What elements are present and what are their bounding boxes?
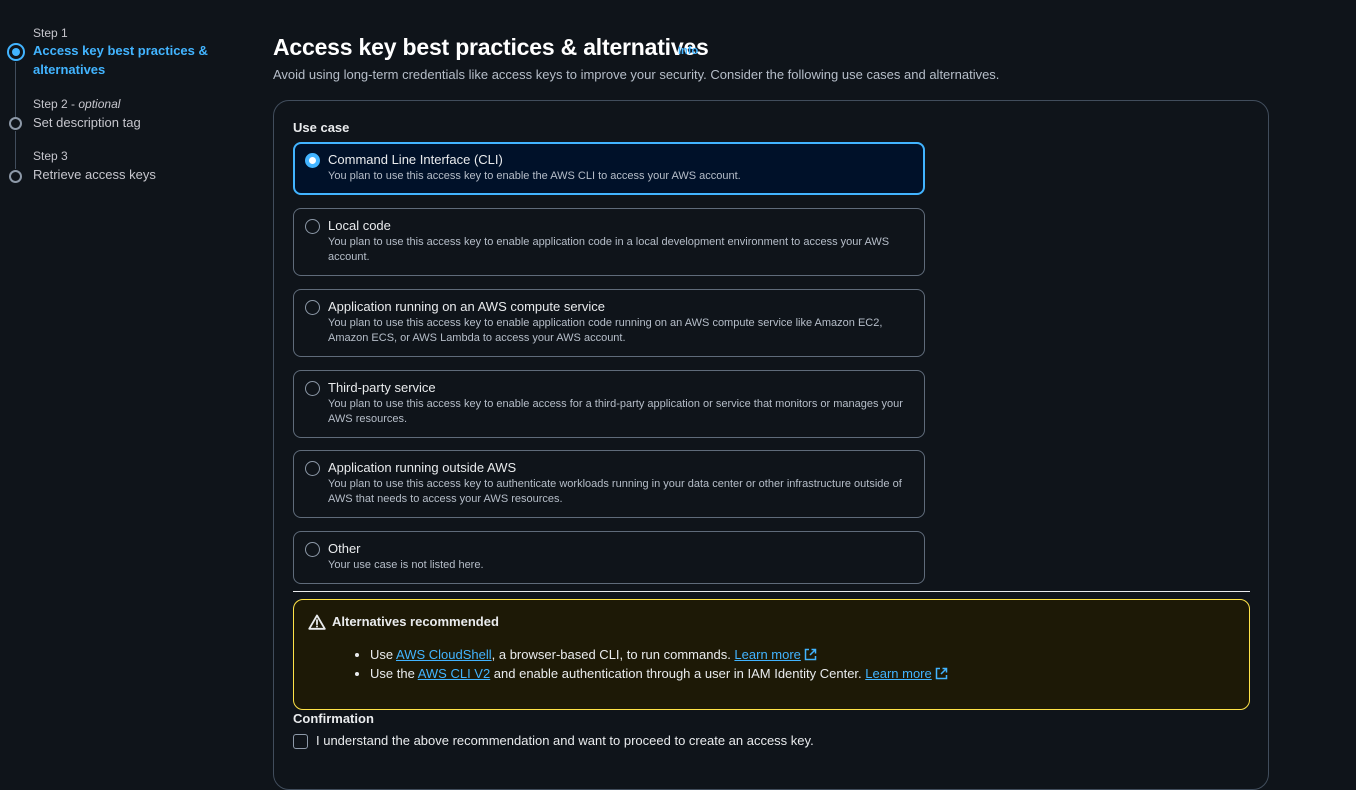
learn-more-link[interactable]: Learn more bbox=[865, 666, 947, 681]
learn-more-label[interactable]: Learn more bbox=[734, 647, 800, 662]
use-case-option-other[interactable]: Other Your use case is not listed here. bbox=[293, 531, 925, 584]
option-title: Application running on an AWS compute se… bbox=[328, 299, 606, 314]
option-title: Other bbox=[328, 541, 361, 556]
alert-item-text: , a browser-based CLI, to run commands. bbox=[491, 647, 735, 662]
alert-list: Use AWS CloudShell, a browser-based CLI,… bbox=[336, 645, 948, 683]
confirmation-checkbox[interactable] bbox=[293, 734, 308, 749]
warning-icon bbox=[308, 614, 326, 630]
step-number: Step 2 - optional bbox=[33, 97, 121, 111]
external-link-icon bbox=[804, 648, 817, 661]
option-title: Local code bbox=[328, 218, 391, 233]
learn-more-link[interactable]: Learn more bbox=[734, 647, 817, 662]
option-description: You plan to use this access key to enabl… bbox=[328, 317, 883, 344]
confirmation-label: Confirmation bbox=[293, 711, 374, 726]
page-description: Avoid using long-term credentials like a… bbox=[273, 67, 1000, 82]
radio-button[interactable] bbox=[305, 461, 320, 476]
aws-cli-v2-link[interactable]: AWS CLI V2 bbox=[418, 666, 490, 681]
option-title: Third-party service bbox=[328, 380, 436, 395]
alert-title: Alternatives recommended bbox=[332, 614, 499, 629]
alert-item-text: Use the bbox=[370, 666, 418, 681]
step-title-line1[interactable]: Access key best practices & bbox=[33, 41, 208, 60]
radio-button[interactable] bbox=[305, 381, 320, 396]
step-active-indicator-icon bbox=[7, 43, 25, 61]
step-title: Set description tag bbox=[33, 115, 141, 130]
use-case-option-local-code[interactable]: Local code You plan to use this access k… bbox=[293, 208, 925, 276]
step-connector bbox=[15, 62, 16, 118]
alert-item-text: Use bbox=[370, 647, 397, 662]
divider bbox=[293, 591, 1250, 592]
option-description: You plan to use this access key to enabl… bbox=[328, 236, 890, 263]
step-number: Step 1 bbox=[33, 26, 68, 40]
confirmation-checkbox-label[interactable]: I understand the above recommendation an… bbox=[316, 733, 814, 748]
radio-button[interactable] bbox=[305, 542, 320, 557]
aws-cloudshell-link[interactable]: AWS CloudShell bbox=[396, 647, 492, 662]
external-link-icon bbox=[935, 667, 947, 680]
radio-button-selected[interactable] bbox=[305, 153, 320, 168]
option-description: You plan to use this access key to enabl… bbox=[328, 170, 741, 182]
option-description: Your use case is not listed here. bbox=[328, 559, 484, 571]
use-case-label: Use case bbox=[293, 120, 350, 135]
step-title-line2[interactable]: alternatives bbox=[33, 60, 105, 79]
alert-item-text: and enable authentication through a user… bbox=[490, 666, 866, 681]
option-description: You plan to use this access key to enabl… bbox=[328, 398, 903, 425]
radio-button[interactable] bbox=[305, 300, 320, 315]
step-indicator-icon bbox=[9, 170, 22, 183]
alert-item: Use the AWS CLI V2 and enable authentica… bbox=[370, 664, 948, 683]
option-description: You plan to use this access key to authe… bbox=[328, 478, 902, 505]
use-case-option-third-party[interactable]: Third-party service You plan to use this… bbox=[293, 370, 925, 438]
step-title: Retrieve access keys bbox=[33, 167, 156, 182]
alternatives-alert: Alternatives recommended Use AWS CloudSh… bbox=[293, 599, 1250, 710]
alert-item: Use AWS CloudShell, a browser-based CLI,… bbox=[370, 645, 948, 664]
option-title: Command Line Interface (CLI) bbox=[328, 152, 503, 167]
step-number: Step 3 bbox=[33, 149, 68, 163]
step-optional-label: optional bbox=[78, 97, 121, 111]
step-indicator-icon bbox=[9, 117, 22, 130]
info-link[interactable]: Info bbox=[678, 45, 698, 57]
step-connector bbox=[15, 131, 16, 169]
option-title: Application running outside AWS bbox=[328, 460, 517, 475]
page-title: Access key best practices & alternatives bbox=[273, 34, 709, 60]
radio-button[interactable] bbox=[305, 219, 320, 234]
learn-more-label[interactable]: Learn more bbox=[865, 666, 931, 681]
use-case-option-outside-aws[interactable]: Application running outside AWS You plan… bbox=[293, 450, 925, 518]
use-case-option-aws-compute[interactable]: Application running on an AWS compute se… bbox=[293, 289, 925, 357]
use-case-option-cli[interactable]: Command Line Interface (CLI) You plan to… bbox=[293, 142, 925, 195]
